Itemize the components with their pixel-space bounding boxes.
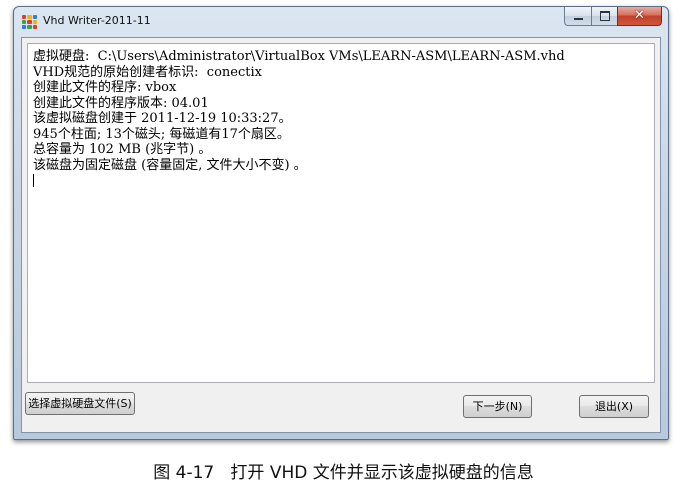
app-icon-cell: [32, 25, 37, 29]
app-icon-cell: [27, 15, 32, 19]
app-icon-cell: [22, 25, 27, 29]
select-vhd-file-button[interactable]: 选择虚拟硬盘文件(S): [25, 392, 135, 415]
caption-buttons: ✕: [564, 7, 662, 27]
close-button[interactable]: ✕: [617, 7, 662, 26]
minimize-button[interactable]: [564, 7, 591, 26]
info-line-path: 虚拟硬盘: C:\Users\Administrator\VirtualBox …: [33, 49, 565, 64]
maximize-button[interactable]: [591, 7, 617, 26]
figure-caption: 图 4-17 打开 VHD 文件并显示该虚拟硬盘的信息: [153, 463, 534, 483]
text-caret: [33, 174, 34, 187]
app-icon-cell: [22, 20, 27, 24]
close-icon: ✕: [634, 8, 645, 23]
info-line-capacity: 总容量为 102 MB (兆字节) 。: [33, 142, 212, 157]
window-title: Vhd Writer-2011-11: [43, 14, 151, 27]
vhd-info-textbox[interactable]: 虚拟硬盘: C:\Users\Administrator\VirtualBox …: [27, 43, 655, 383]
info-line-disk-type: 该磁盘为固定磁盘 (容量固定, 文件大小不变) 。: [33, 157, 307, 173]
app-icon-cell: [22, 15, 27, 19]
title-bar[interactable]: Vhd Writer-2011-11 ✕: [14, 7, 668, 37]
vhd-writer-window: Vhd Writer-2011-11 ✕ 虚拟硬盘: C:\Users\Admi…: [13, 6, 669, 440]
exit-button[interactable]: 退出(X): [579, 395, 649, 418]
app-icon: [22, 15, 37, 29]
app-icon-cell: [32, 15, 37, 19]
info-line-created: 该虚拟磁盘创建于 2011-12-19 10:33:27。: [33, 111, 292, 126]
app-icon-cell: [32, 20, 37, 24]
info-line-geometry: 945个柱面; 13个磁头; 每磁道有17个扇区。: [33, 126, 290, 142]
client-area: 虚拟硬盘: C:\Users\Administrator\VirtualBox …: [21, 37, 661, 433]
info-line-version: 创建此文件的程序版本: 04.01: [33, 95, 209, 111]
info-line-program: 创建此文件的程序: vbox: [33, 80, 177, 95]
info-line-creator: VHD规范的原始创建者标识: conectix: [33, 64, 262, 80]
app-icon-cell: [27, 25, 32, 29]
next-button[interactable]: 下一步(N): [463, 395, 532, 418]
app-icon-cell: [27, 20, 32, 24]
